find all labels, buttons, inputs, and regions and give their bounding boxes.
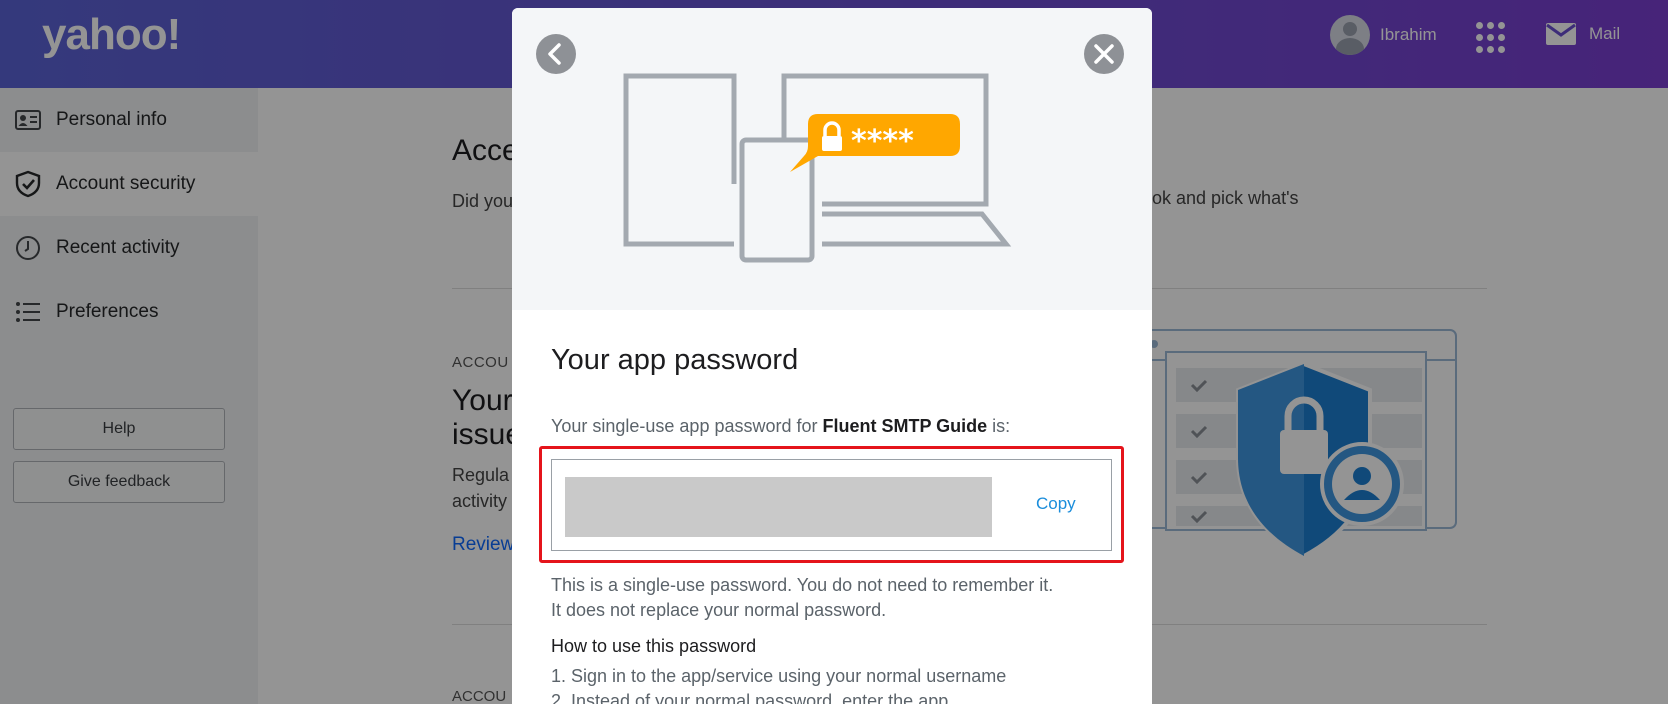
subtitle-prefix: Your single-use app password for: [551, 416, 823, 436]
note-line: This is a single-use password. You do no…: [551, 575, 1054, 595]
modal-title: Your app password: [551, 344, 799, 376]
app-password-modal: **** Your app password Your single-use a…: [512, 8, 1152, 704]
modal-hero: ****: [512, 8, 1152, 310]
devices-illustration: ****: [623, 73, 1012, 263]
note-line: It does not replace your normal password…: [551, 600, 887, 620]
password-field[interactable]: Copy: [551, 459, 1112, 551]
chevron-left-icon: [548, 43, 561, 65]
single-use-note: This is a single-use password. You do no…: [551, 573, 1053, 623]
copy-button[interactable]: Copy: [1036, 494, 1076, 514]
modal-subtitle: Your single-use app password for Fluent …: [551, 416, 1010, 437]
svg-text:****: ****: [851, 124, 914, 159]
step-item: 2. Instead of your normal password, ente…: [551, 691, 949, 704]
close-button[interactable]: [1084, 34, 1124, 74]
step-item: 1. Sign in to the app/service using your…: [551, 666, 1007, 686]
subtitle-suffix: is:: [987, 416, 1011, 436]
back-button[interactable]: [536, 34, 576, 74]
howto-heading: How to use this password: [551, 636, 757, 656]
app-name: Fluent SMTP Guide: [822, 416, 988, 436]
close-icon: [1094, 44, 1114, 64]
password-value-redacted[interactable]: [565, 477, 992, 537]
howto-steps: 1. Sign in to the app/service using your…: [551, 664, 1006, 704]
